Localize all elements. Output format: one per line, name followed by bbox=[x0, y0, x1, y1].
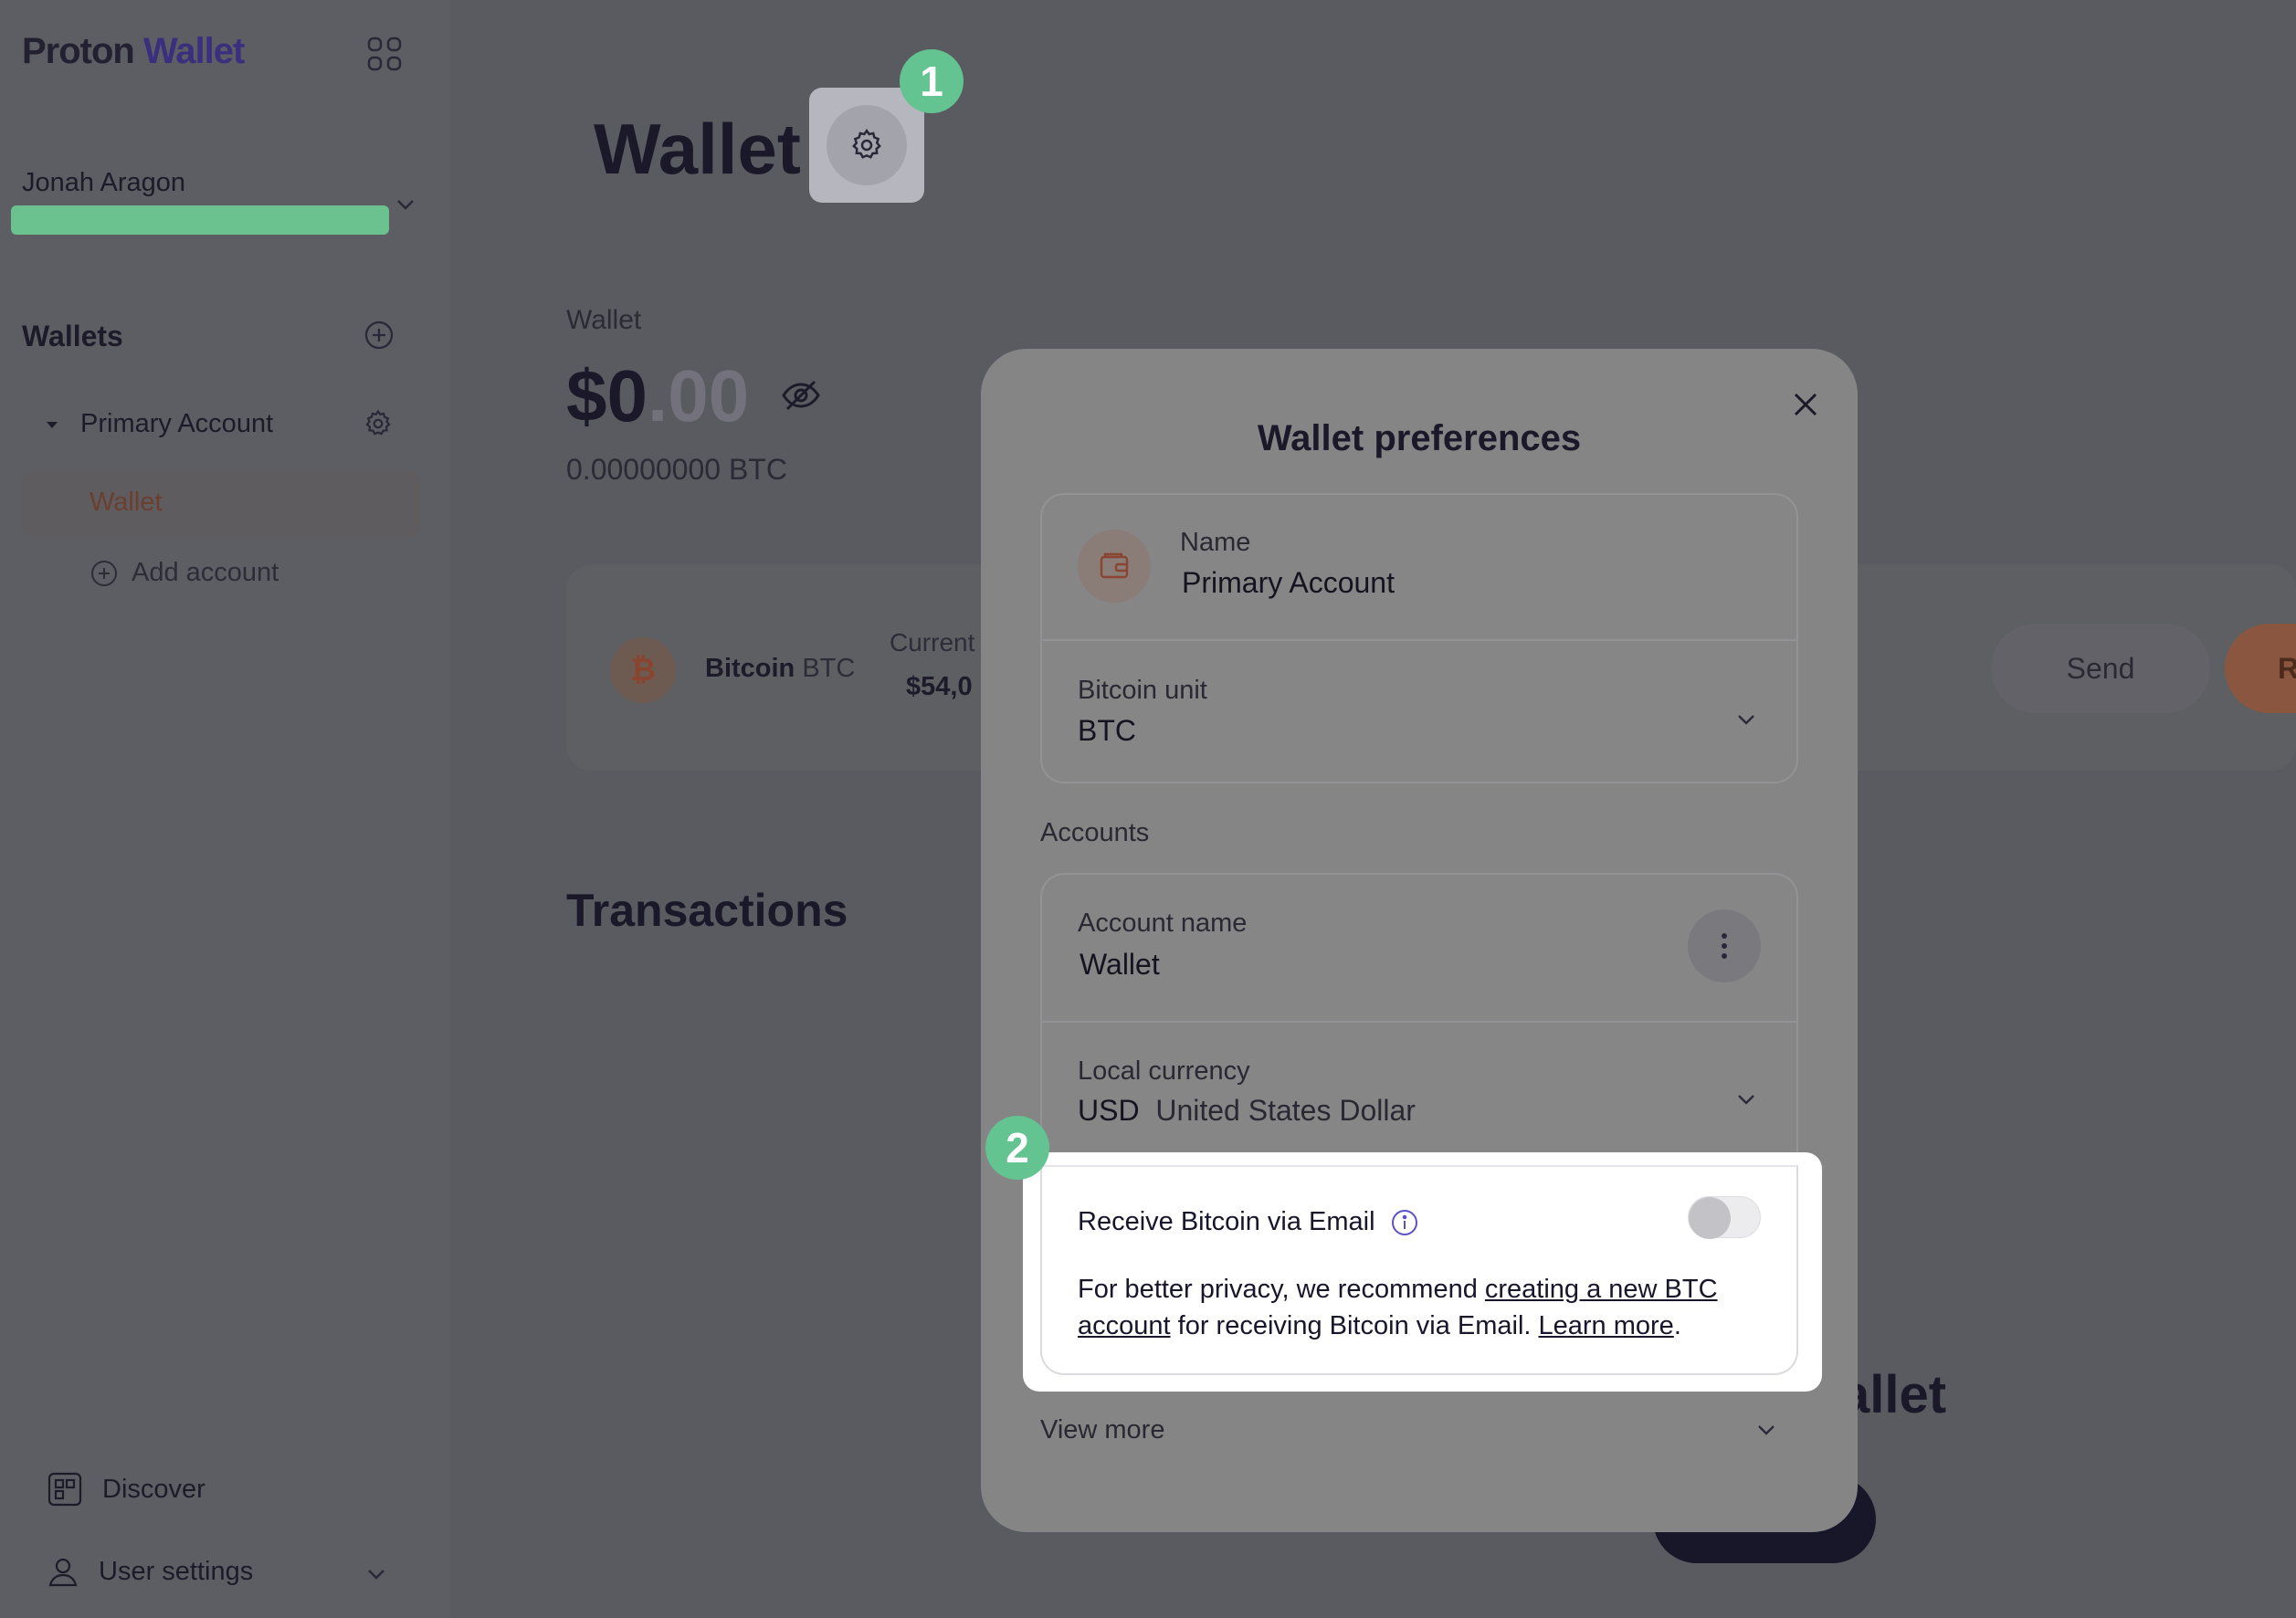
sidebar-item-user-settings[interactable]: User settings bbox=[47, 1556, 253, 1587]
chevron-down-icon[interactable] bbox=[1733, 1087, 1759, 1112]
more-options-button[interactable] bbox=[1688, 909, 1761, 982]
wallets-heading: Wallets bbox=[22, 320, 123, 352]
receive-via-email-row: Receive Bitcoin via Email bbox=[1078, 1207, 1419, 1237]
learn-more-link[interactable]: Learn more bbox=[1539, 1311, 1674, 1340]
hide-balance-eye-slash-icon[interactable] bbox=[780, 374, 822, 416]
chevron-down-icon[interactable] bbox=[393, 192, 418, 217]
chevron-down-icon[interactable] bbox=[1754, 1417, 1779, 1443]
email-desc-part-1: For better privacy, we recommend bbox=[1078, 1275, 1485, 1304]
currency-code: USD bbox=[1078, 1094, 1140, 1127]
gear-icon-bg bbox=[827, 105, 907, 185]
modal-title: Wallet preferences bbox=[1257, 418, 1582, 458]
balance-btc: 0.00000000 BTC bbox=[566, 453, 787, 486]
primary-account-label: Primary Account bbox=[80, 409, 274, 438]
name-label: Name bbox=[1180, 528, 1251, 557]
divider bbox=[1042, 1021, 1796, 1023]
accounts-heading: Accounts bbox=[1040, 818, 1150, 847]
chevron-down-icon[interactable] bbox=[363, 1561, 389, 1587]
toggle-knob bbox=[1689, 1197, 1731, 1239]
plus-circle-icon bbox=[91, 560, 117, 586]
account-settings-gear-icon[interactable] bbox=[363, 408, 394, 439]
bitcoin-unit-label: Bitcoin unit bbox=[1078, 676, 1207, 705]
discover-label: Discover bbox=[102, 1474, 205, 1504]
user-settings-label: User settings bbox=[99, 1556, 254, 1586]
balance-cents: .00 bbox=[647, 355, 750, 436]
current-price-label: Current bbox=[890, 628, 975, 657]
kebab-menu-icon bbox=[1722, 933, 1727, 959]
sidebar-item-wallet[interactable]: Wallet bbox=[22, 471, 420, 537]
wallet-settings-button[interactable] bbox=[809, 88, 924, 203]
apps-grid-icon[interactable] bbox=[367, 37, 402, 71]
email-desc-part-2: for receiving Bitcoin via Email. bbox=[1170, 1311, 1539, 1340]
currency-name: United States Dollar bbox=[1155, 1094, 1416, 1127]
logo-prefix: Proton bbox=[22, 31, 135, 71]
account-name-label: Account name bbox=[1078, 909, 1248, 938]
account-name-input[interactable]: Wallet bbox=[1080, 948, 1160, 982]
chevron-down-icon[interactable] bbox=[1733, 707, 1759, 732]
local-currency-select[interactable]: USD United States Dollar bbox=[1078, 1094, 1416, 1128]
sidebar-item-primary-account[interactable]: Primary Account bbox=[44, 409, 273, 439]
asset-name-label: Bitcoin bbox=[705, 654, 795, 683]
local-currency-label: Local currency bbox=[1078, 1056, 1250, 1086]
user-icon bbox=[48, 1558, 78, 1587]
step-badge-2: 2 bbox=[985, 1116, 1049, 1180]
balance-whole: $0 bbox=[566, 355, 648, 436]
balance-label: Wallet bbox=[566, 305, 642, 335]
proton-wallet-logo[interactable]: Proton Wallet bbox=[22, 31, 245, 72]
wallet-icon bbox=[1078, 530, 1151, 603]
view-more-button[interactable]: View more bbox=[1040, 1415, 1164, 1445]
wallet-settings-group bbox=[1040, 493, 1798, 783]
page-title: Wallet bbox=[594, 109, 801, 189]
balance-amount: $0.00 bbox=[566, 354, 749, 438]
current-price-value: $54,0 bbox=[906, 672, 973, 701]
gear-icon bbox=[852, 128, 881, 159]
bitcoin-unit-select[interactable]: BTC bbox=[1078, 714, 1136, 748]
discover-icon bbox=[47, 1472, 82, 1507]
asset-name: Bitcoin BTC bbox=[705, 654, 855, 684]
divider bbox=[1042, 639, 1796, 641]
receive-via-email-description: For better privacy, we recommend creatin… bbox=[1078, 1271, 1772, 1344]
sidebar bbox=[0, 0, 450, 1618]
bitcoin-icon: ₿ bbox=[610, 637, 676, 703]
receive-via-email-toggle[interactable] bbox=[1688, 1196, 1761, 1239]
name-input[interactable]: Primary Account bbox=[1182, 566, 1395, 600]
email-desc-part-3: . bbox=[1673, 1311, 1681, 1340]
receive-via-email-label: Receive Bitcoin via Email bbox=[1078, 1207, 1375, 1236]
sidebar-item-discover[interactable]: Discover bbox=[47, 1472, 205, 1507]
user-email-redaction-bar bbox=[11, 205, 389, 235]
add-account-button[interactable]: Add account bbox=[90, 558, 279, 588]
transactions-heading: Transactions bbox=[566, 885, 848, 936]
asset-ticker: BTC bbox=[802, 654, 856, 683]
logo-suffix: Wallet bbox=[143, 31, 245, 71]
step-badge-1: 1 bbox=[900, 49, 964, 113]
user-name[interactable]: Jonah Aragon bbox=[22, 168, 185, 198]
add-account-label: Add account bbox=[132, 558, 279, 587]
send-button[interactable]: Send bbox=[1991, 624, 2210, 713]
info-icon[interactable] bbox=[1390, 1208, 1419, 1237]
caret-down-icon bbox=[47, 421, 58, 428]
add-wallet-icon[interactable] bbox=[363, 320, 395, 351]
wallet-nav-label: Wallet bbox=[90, 488, 163, 517]
